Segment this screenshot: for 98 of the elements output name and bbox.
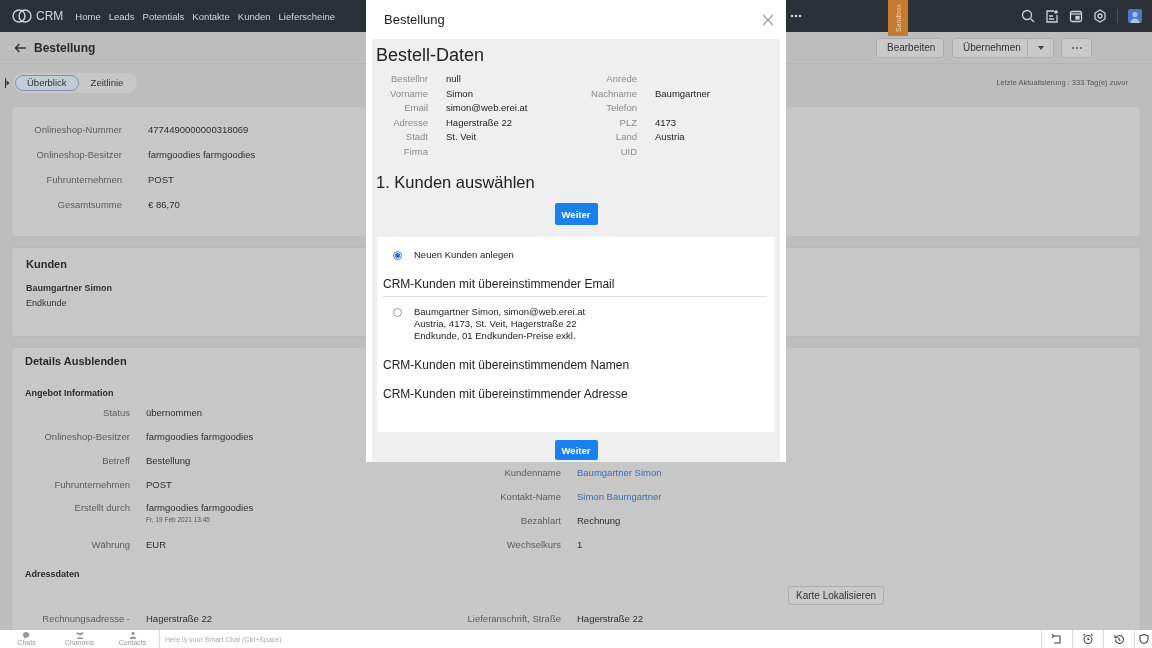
field-label: Land <box>614 130 637 144</box>
field-label: UID <box>619 144 637 159</box>
tab[interactable]: Zeitlinie <box>78 74 136 91</box>
field-value: Hagerstraße 22 <box>446 115 513 130</box>
field-label: Email <box>403 101 428 115</box>
customer-name: Baumgartner Simon <box>26 282 112 294</box>
field-label: Fuhrunternehmen <box>45 174 122 185</box>
field-value: St. Veit <box>446 130 478 144</box>
field-label: Wechselkurs <box>505 538 561 550</box>
field-label: Kundenname <box>503 466 561 478</box>
field-value: 4774490000000318069 <box>148 124 249 135</box>
radio-button[interactable] <box>393 251 402 260</box>
field-value: Bestellung <box>146 454 191 466</box>
field-value: Hagerstraße 22 <box>146 612 212 624</box>
field-value: farmgoodies farmgoodies <box>146 430 254 442</box>
field-value: farmgoodies farmgoodies <box>146 502 254 513</box>
field-value: 1 <box>577 538 583 550</box>
calendar-icon[interactable] <box>1069 9 1083 23</box>
field-label: Bezahlart <box>519 514 561 526</box>
nav-link[interactable]: Kunden <box>237 10 271 22</box>
field-label: PLZ <box>618 115 637 130</box>
field-value: Baumgartner <box>655 86 711 101</box>
history-icon[interactable] <box>1113 633 1125 645</box>
field-label: Stadt <box>404 130 428 144</box>
field-value: Rechnung <box>577 514 621 526</box>
field-value: 4173 <box>655 115 678 130</box>
match-heading: CRM-Kunden mit übereinstimmender Email <box>383 277 767 297</box>
radio-label: Neuen Kunden anlegen <box>414 249 514 261</box>
subsection-title: Adressdaten <box>25 568 80 580</box>
radio-button[interactable] <box>393 308 402 317</box>
nav-link[interactable]: Home <box>75 10 101 22</box>
field-value: POST <box>146 478 172 490</box>
field-label: Onlineshop-Besitzer <box>43 430 130 442</box>
back-arrow-icon[interactable] <box>14 42 27 53</box>
next-button[interactable]: Weiter <box>554 440 598 460</box>
field-value: Simon <box>446 86 474 101</box>
field-value: Hagerstraße 22 <box>577 612 643 624</box>
logo-icon <box>12 9 32 23</box>
field-value: null <box>446 72 462 86</box>
nav-link[interactable]: Potentials <box>142 10 185 22</box>
panel-toggle-icon[interactable] <box>5 77 10 88</box>
field-label: Nachname <box>590 86 637 101</box>
field-label: Erstellt durch <box>73 502 130 513</box>
field-label: Währung <box>90 538 130 550</box>
alarm-clock-icon[interactable] <box>1082 633 1094 645</box>
field-value: EUR <box>146 538 167 550</box>
field-label: Anrede <box>605 72 637 86</box>
avatar-icon[interactable] <box>1128 9 1142 23</box>
field-label: Lieferanschrift, Straße <box>466 612 561 624</box>
field-label: Vorname <box>388 86 428 101</box>
field-value: Austria <box>655 130 686 144</box>
match-heading: CRM-Kunden mit übereinstimmendem Namen <box>383 358 631 372</box>
tab[interactable]: Überblick <box>15 74 79 91</box>
field-label: Fuhrunternehmen <box>53 478 130 490</box>
note-add-icon[interactable] <box>1045 9 1059 23</box>
close-icon[interactable] <box>762 13 774 26</box>
step-heading: 1. Kunden auswählen <box>376 173 536 192</box>
field-value: simon@web.erei.at <box>446 101 529 115</box>
dialog-title: Bestellung <box>384 12 446 27</box>
section-title: Kunden <box>26 257 67 271</box>
field-label: Status <box>102 406 130 418</box>
field-label: Onlineshop-Nummer <box>33 124 122 135</box>
field-value: farmgoodies farmgoodies <box>148 149 256 160</box>
next-button[interactable]: Weiter <box>554 203 598 225</box>
field-label: Betreff <box>101 454 130 466</box>
field-label: Bestellnr <box>390 72 428 86</box>
shield-icon[interactable] <box>1137 633 1150 645</box>
nav-link[interactable]: Kontakte <box>192 10 230 22</box>
section-heading: Bestell-Daten <box>376 45 486 66</box>
field-value: POST <box>148 174 174 185</box>
customer-type: Endkunde <box>26 297 67 309</box>
field-label: Onlineshop-Besitzer <box>35 149 122 160</box>
nav-link[interactable]: Lieferscheine <box>278 10 336 22</box>
field-label: Gesamtsumme <box>56 199 122 210</box>
edit-button[interactable]: Bearbeiten <box>876 37 944 58</box>
customer-match-text: Baumgartner Simon, simon@web.erei.at Austria, 4173, St. Veit, Hagerstraße 22 Endkunde, 01 Endkunden-Preise exkl. <box>414 306 586 342</box>
settings-icon[interactable] <box>1093 9 1107 23</box>
caret-icon <box>1037 45 1044 50</box>
more-icon <box>1070 45 1083 50</box>
group-icon <box>73 631 86 639</box>
field-label: Kontakt-Name <box>499 490 561 502</box>
field-label: Adresse <box>392 115 428 130</box>
field-label: Firma <box>402 144 428 159</box>
brand-name: CRM <box>36 9 64 23</box>
search-icon[interactable] <box>1021 9 1035 23</box>
page-title: Bestellung <box>34 40 96 55</box>
field-value: übernommen <box>146 406 202 418</box>
nav-link[interactable]: Leads <box>108 10 135 22</box>
field-value: € 86,70 <box>148 199 180 210</box>
dropdown-button[interactable] <box>1028 37 1054 58</box>
locate-map-button[interactable]: Karte Lokalisieren <box>788 585 884 605</box>
section-title[interactable]: Details Ausblenden <box>25 348 127 374</box>
subsection-title: Angebot Information <box>25 387 114 399</box>
convert-button[interactable]: Übernehmen <box>952 37 1028 58</box>
field-label: Rechnungsadresse - <box>41 612 130 624</box>
more-icon[interactable] <box>790 14 802 18</box>
field-label: Telefon <box>605 101 637 115</box>
match-heading: CRM-Kunden mit übereinstimmender Adresse <box>383 387 629 401</box>
